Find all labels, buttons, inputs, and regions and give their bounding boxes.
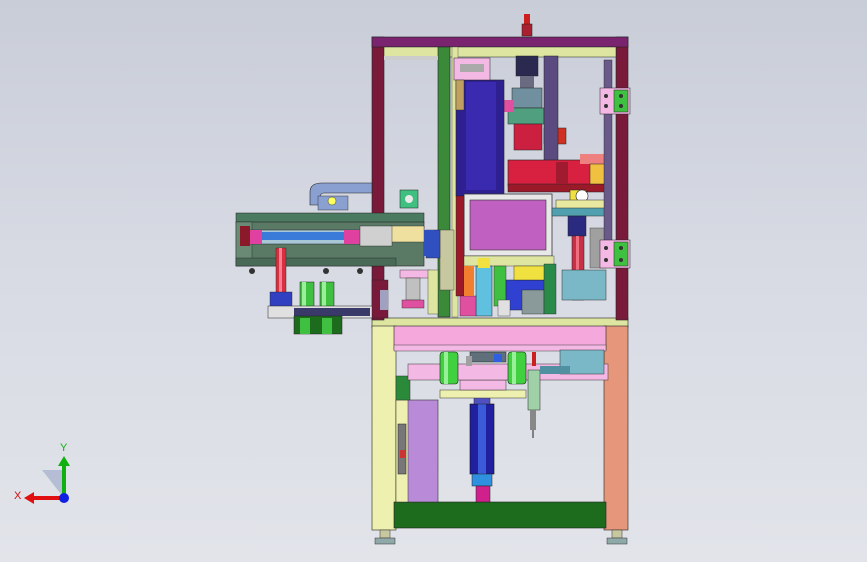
y-axis-arrow bbox=[58, 456, 70, 466]
machine-assembly-drawing bbox=[235, 14, 631, 545]
lower-mechanism bbox=[395, 349, 609, 503]
z-axis-dot bbox=[59, 493, 69, 503]
cad-viewport[interactable]: X Y bbox=[0, 0, 867, 562]
navy-motor-block bbox=[453, 57, 505, 197]
x-axis-label: X bbox=[14, 490, 22, 502]
y-axis-label: Y bbox=[60, 442, 68, 454]
axis-triad: X Y bbox=[14, 440, 74, 510]
hmi-panel bbox=[463, 193, 553, 257]
top-spindle bbox=[502, 14, 567, 163]
x-axis-arrow bbox=[24, 492, 34, 504]
left-conveyor-module bbox=[235, 182, 439, 335]
